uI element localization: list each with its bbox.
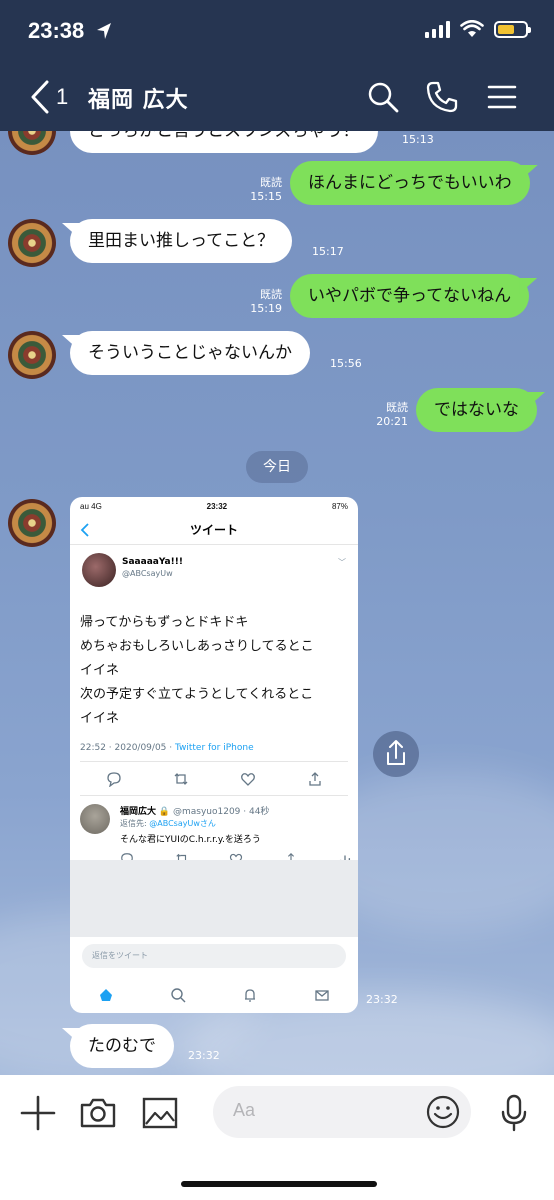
tweet-line: めちゃおもしろいしあっさりしてるとこ xyxy=(80,639,314,654)
tweet-timestamp: 22:52 · 2020/09/05 · Twitter for iPhone xyxy=(80,743,348,762)
reply-handle: @masyuo1209 · 44秒 xyxy=(172,807,270,817)
input-bar: Aa xyxy=(0,1075,554,1200)
home-icon xyxy=(100,989,112,1001)
status-icons xyxy=(425,20,531,38)
message-time: 23:32 xyxy=(188,1049,220,1062)
back-icon[interactable] xyxy=(30,80,50,114)
image-back-icon xyxy=(80,523,89,537)
emoji-icon[interactable] xyxy=(425,1094,461,1130)
image-icon[interactable] xyxy=(140,1093,180,1133)
message-time: 15:15 xyxy=(250,190,282,203)
image-blank-area xyxy=(70,860,358,937)
message-bubble[interactable]: ではないな xyxy=(416,388,537,432)
image-reply-input: 返信をツイート xyxy=(82,944,346,968)
battery-icon xyxy=(494,20,531,38)
image-status-bar: au 4G 23:32 87% xyxy=(70,497,358,515)
contact-avatar[interactable] xyxy=(8,499,56,547)
tweet-line: 帰ってからもずっとドキドキ xyxy=(80,615,249,630)
comment-icon xyxy=(106,771,121,787)
lock-icon: 🔒 xyxy=(158,807,171,817)
reply-author-line: 福岡広大 🔒 @masyuo1209 · 44秒 xyxy=(120,804,269,817)
menu-icon[interactable] xyxy=(485,80,519,114)
top-bar: 23:38 1 福岡 広大 xyxy=(0,0,554,131)
share-icon xyxy=(308,771,321,786)
read-receipt: 既読 xyxy=(260,176,282,189)
reply-author: 福岡広大 xyxy=(120,807,157,817)
plus-icon[interactable] xyxy=(18,1093,58,1133)
message-bubble[interactable]: たのむで xyxy=(70,1024,174,1068)
tweet-date: 22:52 · 2020/09/05 · xyxy=(80,743,175,753)
tweet-line: イイネ xyxy=(80,711,120,726)
reply-to-handle: @ABCsayUwさん xyxy=(149,819,216,828)
heart-icon xyxy=(240,772,255,786)
tweet-body: 帰ってからもずっとドキドキ めちゃおもしろいしあっさりしてるとこ イイネ 次の予… xyxy=(80,611,348,731)
retweet-icon xyxy=(174,772,187,785)
bell-icon xyxy=(245,989,255,1002)
phone-icon[interactable] xyxy=(425,80,459,114)
read-receipt: 既読 xyxy=(260,288,282,301)
message-time: 15:56 xyxy=(330,357,362,370)
tweet-actions xyxy=(80,762,348,796)
contact-avatar[interactable] xyxy=(8,131,56,155)
message-time: 23:32 xyxy=(366,993,398,1006)
image-battery: 87% xyxy=(331,501,348,511)
image-header: ツイート xyxy=(70,515,358,545)
message-bubble[interactable]: そういうことじゃないんか xyxy=(70,331,310,375)
chat-area[interactable]: どっちかと言うとスワンズちゃう？ 15:13 既読 15:15 ほんまにどっちで… xyxy=(0,131,554,1075)
message-bubble[interactable]: どっちかと言うとスワンズちゃう？ xyxy=(70,131,378,153)
tweet-handle: @ABCsayUw xyxy=(122,569,173,578)
message-time: 15:17 xyxy=(312,245,344,258)
unread-count[interactable]: 1 xyxy=(56,84,68,110)
contact-avatar[interactable] xyxy=(8,331,56,379)
message-input[interactable]: Aa xyxy=(213,1086,471,1138)
search-icon xyxy=(171,988,186,1003)
microphone-icon[interactable] xyxy=(494,1093,534,1133)
read-receipt: 既読 xyxy=(386,401,408,414)
reply-to: 返信先: @ABCsayUwさん xyxy=(120,818,216,829)
status-time: 23:38 xyxy=(28,18,85,43)
message-bubble[interactable]: いやパボで争ってないねん xyxy=(290,274,530,318)
camera-icon[interactable] xyxy=(78,1093,118,1133)
location-arrow-icon xyxy=(97,23,111,39)
message-time: 15:19 xyxy=(250,302,282,315)
contact-avatar[interactable] xyxy=(8,219,56,267)
message-bubble[interactable]: ほんまにどっちでもいいわ xyxy=(290,161,530,205)
tweet-client: Twitter for iPhone xyxy=(174,743,254,753)
image-status-time: 23:32 xyxy=(206,501,228,511)
reply-text: そんな君にYUIのC.h.r.r.y.を送ろう xyxy=(120,835,261,845)
tweet-line: イイネ xyxy=(80,663,120,678)
mail-icon xyxy=(315,990,329,1001)
chevron-down-icon: ﹀ xyxy=(338,558,346,567)
message-time: 15:13 xyxy=(402,133,434,146)
message-time: 20:21 xyxy=(376,415,408,428)
message-input-placeholder: Aa xyxy=(233,1100,256,1120)
wifi-icon xyxy=(460,20,484,37)
shared-image[interactable]: au 4G 23:32 87% ツイート SaaaaaYa!!! @ABCsay… xyxy=(70,497,358,1013)
reply-to-prefix: 返信先: xyxy=(120,819,150,828)
image-header-title: ツイート xyxy=(189,523,238,537)
tweet-avatar xyxy=(82,553,116,587)
message-bubble[interactable]: 里田まい推しってこと？ xyxy=(70,219,293,263)
date-separator: 今日 xyxy=(246,451,308,483)
tweet: SaaaaaYa!!! @ABCsayUw ﹀ 帰ってからもずっとドキドキ めち… xyxy=(70,545,358,762)
tweet-author: SaaaaaYa!!! xyxy=(122,557,183,567)
signal-icon xyxy=(425,20,450,38)
home-indicator xyxy=(181,1181,377,1187)
reply-avatar xyxy=(80,804,110,834)
share-icon[interactable] xyxy=(373,731,419,777)
image-carrier: au 4G xyxy=(80,501,102,511)
image-tab-bar xyxy=(70,977,358,1013)
tweet-line: 次の予定すぐ立てようとしてくれるとこ xyxy=(80,687,314,702)
chat-title: 福岡 広大 xyxy=(88,88,189,113)
search-icon[interactable] xyxy=(366,80,400,114)
